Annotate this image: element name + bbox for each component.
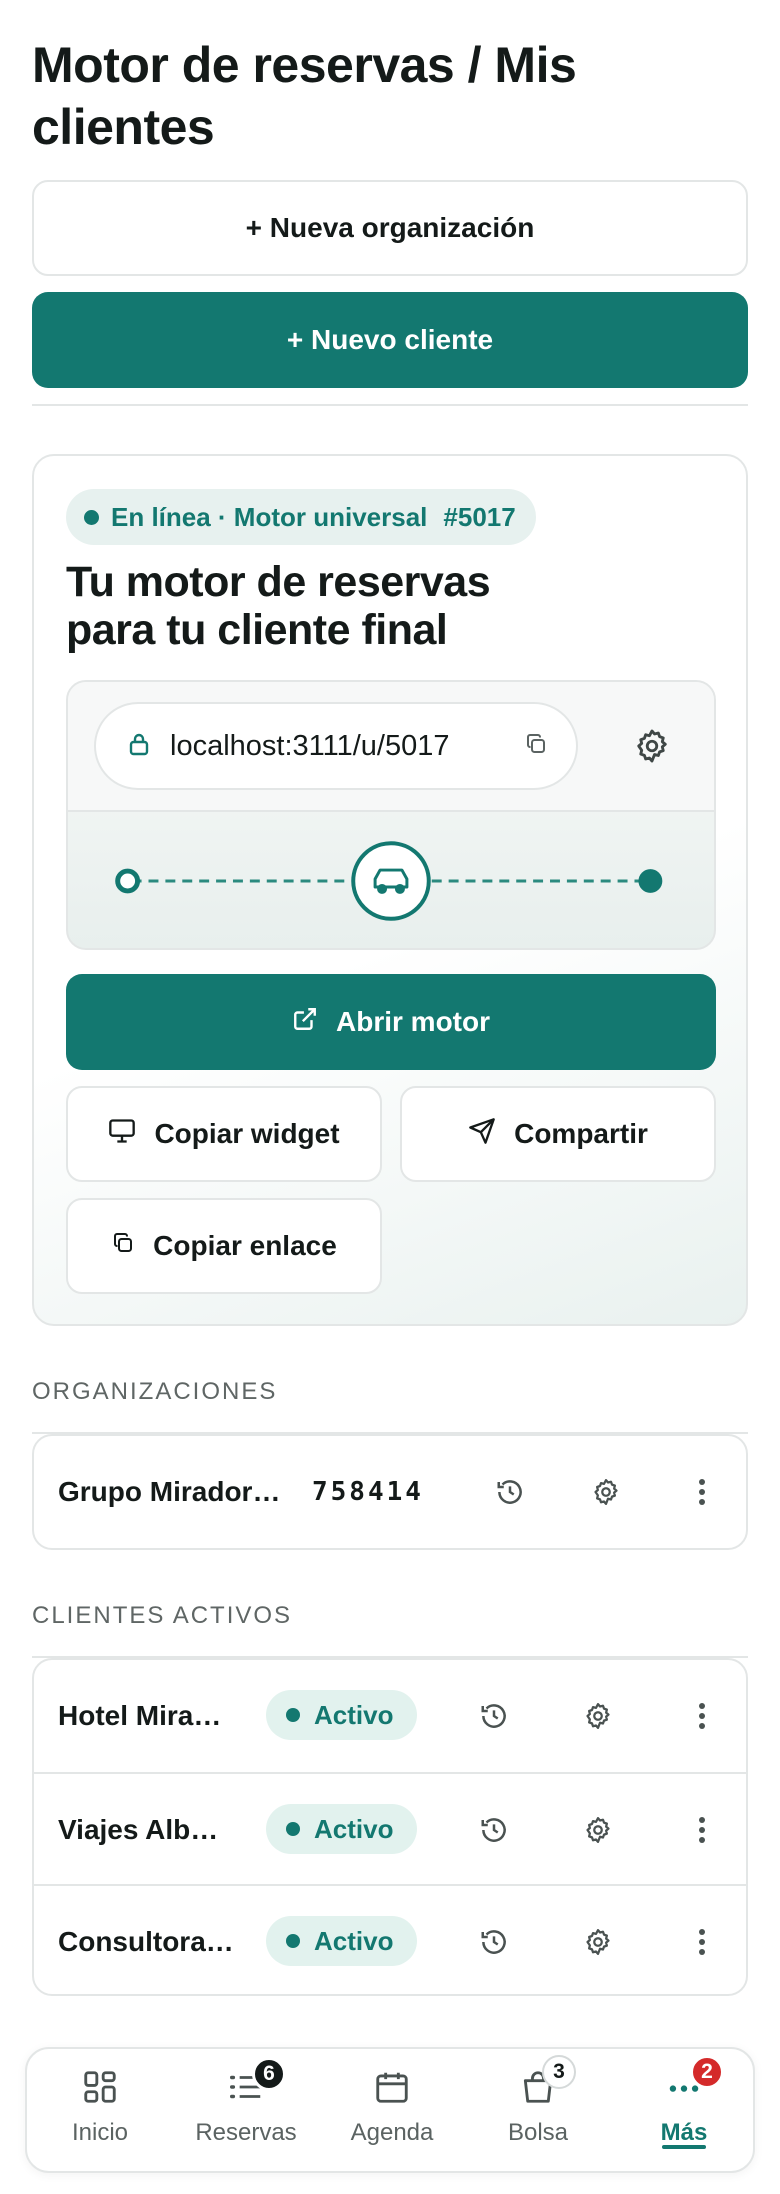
booking-engine-card: En línea · Motor universal #5017 Tu moto…	[32, 454, 748, 1326]
page-title: Motor de reservas / Mis clientes	[32, 37, 577, 155]
share-label: Compartir	[514, 1118, 648, 1149]
nav-label: Bolsa	[507, 2119, 569, 2146]
copy-link-button[interactable]: Copiar enlace	[66, 1198, 382, 1294]
preview-header: localhost:3111/u/5017	[68, 682, 714, 812]
divider	[32, 404, 748, 406]
list-item[interactable]: Grupo Mirador… 758414	[34, 1436, 746, 1548]
history-icon[interactable]	[470, 1918, 518, 1966]
status-badge: Activo	[266, 1916, 418, 1966]
more-vertical-icon[interactable]	[678, 1806, 726, 1854]
url-text: localhost:3111/u/5017	[170, 729, 450, 762]
settings-gear-icon[interactable]	[574, 1692, 622, 1740]
new-client-button[interactable]: + Nuevo cliente	[32, 292, 748, 388]
more-vertical-icon[interactable]	[678, 1468, 726, 1516]
nav-item-bolsa[interactable]: 3 Bolsa	[465, 2049, 611, 2171]
table-row[interactable]: Hotel Mira… Activo	[34, 1660, 746, 1772]
monitor-icon	[108, 1118, 136, 1151]
settings-gear-icon[interactable]	[574, 1918, 622, 1966]
status-badge: Activo	[266, 1804, 418, 1854]
route-illustration	[115, 841, 663, 921]
copy-url-icon[interactable]	[524, 732, 548, 761]
url-bar[interactable]: localhost:3111/u/5017	[94, 702, 578, 790]
nav-label: Agenda	[350, 2119, 434, 2146]
open-engine-button[interactable]: Abrir motor	[66, 974, 716, 1070]
organizations-list: Grupo Mirador… 758414	[32, 1434, 748, 1550]
open-engine-label: Abrir motor	[336, 1006, 490, 1037]
organization-name: Grupo Mirador…	[58, 1476, 281, 1507]
client-name: Consultora…	[58, 1926, 234, 1957]
client-name: Hotel Mira…	[58, 1700, 222, 1731]
settings-gear-icon[interactable]	[582, 1468, 630, 1516]
engine-preview: localhost:3111/u/5017	[66, 680, 716, 950]
engine-title: Tu motor de reservas para tu cliente fin…	[66, 558, 491, 654]
engine-id: #5017	[443, 501, 516, 532]
calendar-icon	[370, 2065, 414, 2109]
status-dot-icon	[286, 1708, 300, 1722]
active-clients-section-label: CLIENTES ACTIVOS	[32, 1602, 293, 1629]
new-organization-button[interactable]: + Nueva organización	[32, 180, 748, 276]
more-vertical-icon[interactable]	[678, 1918, 726, 1966]
nav-item-inicio[interactable]: Inicio	[27, 2049, 173, 2171]
copy-link-label: Copiar enlace	[153, 1230, 337, 1261]
status-badge: En línea · Motor universal #5017	[66, 489, 536, 545]
client-name: Viajes Alb…	[58, 1814, 219, 1845]
share-button[interactable]: Compartir	[400, 1086, 716, 1182]
nav-item-agenda[interactable]: Agenda	[319, 2049, 465, 2171]
more-icon: 2	[662, 2055, 724, 2109]
table-row[interactable]: Consultora… Activo	[34, 1884, 746, 1994]
nav-item-mas[interactable]: 2 Más	[611, 2049, 757, 2171]
status-label: Activo	[314, 1813, 394, 1844]
copy-widget-button[interactable]: Copiar widget	[66, 1086, 382, 1182]
organizations-section-label: ORGANIZACIONES	[32, 1378, 278, 1405]
engine-settings-gear-icon[interactable]	[628, 722, 676, 770]
organization-code: 758414	[312, 1477, 424, 1507]
history-icon[interactable]	[470, 1806, 518, 1854]
nav-label: Inicio	[71, 2119, 129, 2146]
nav-label: Más	[660, 2119, 708, 2146]
copy-icon	[111, 1230, 135, 1262]
reservas-count-badge: 6	[252, 2057, 286, 2091]
mas-count-badge: 2	[690, 2055, 724, 2089]
settings-gear-icon[interactable]	[574, 1806, 622, 1854]
status-label: Activo	[314, 1699, 394, 1730]
table-row[interactable]: Viajes Alb… Activo	[34, 1772, 746, 1884]
status-badge: Activo	[266, 1690, 418, 1740]
bag-icon: 3	[516, 2055, 576, 2109]
online-dot-icon	[84, 509, 99, 525]
active-indicator	[662, 2145, 706, 2149]
history-icon[interactable]	[470, 1692, 518, 1740]
history-icon[interactable]	[486, 1468, 534, 1516]
status-text: En línea · Motor universal	[111, 501, 428, 532]
lock-icon	[128, 732, 150, 761]
active-clients-list: Hotel Mira… Activo Viajes Alb… Activo Co…	[32, 1658, 748, 1996]
bottom-nav: Inicio 6 Reservas Agenda 3 Bolsa 2 Más	[25, 2047, 755, 2173]
bolsa-count-badge: 3	[542, 2055, 576, 2089]
status-dot-icon	[286, 1822, 300, 1836]
more-vertical-icon[interactable]	[678, 1692, 726, 1740]
external-link-icon	[292, 1006, 318, 1039]
status-label: Activo	[314, 1925, 394, 1956]
status-dot-icon	[286, 1934, 300, 1948]
nav-item-reservas[interactable]: 6 Reservas	[173, 2049, 319, 2171]
nav-label: Reservas	[195, 2119, 297, 2146]
copy-widget-label: Copiar widget	[154, 1118, 340, 1149]
send-icon	[468, 1117, 496, 1152]
grid-icon	[78, 2065, 122, 2109]
list-icon: 6	[224, 2057, 286, 2109]
